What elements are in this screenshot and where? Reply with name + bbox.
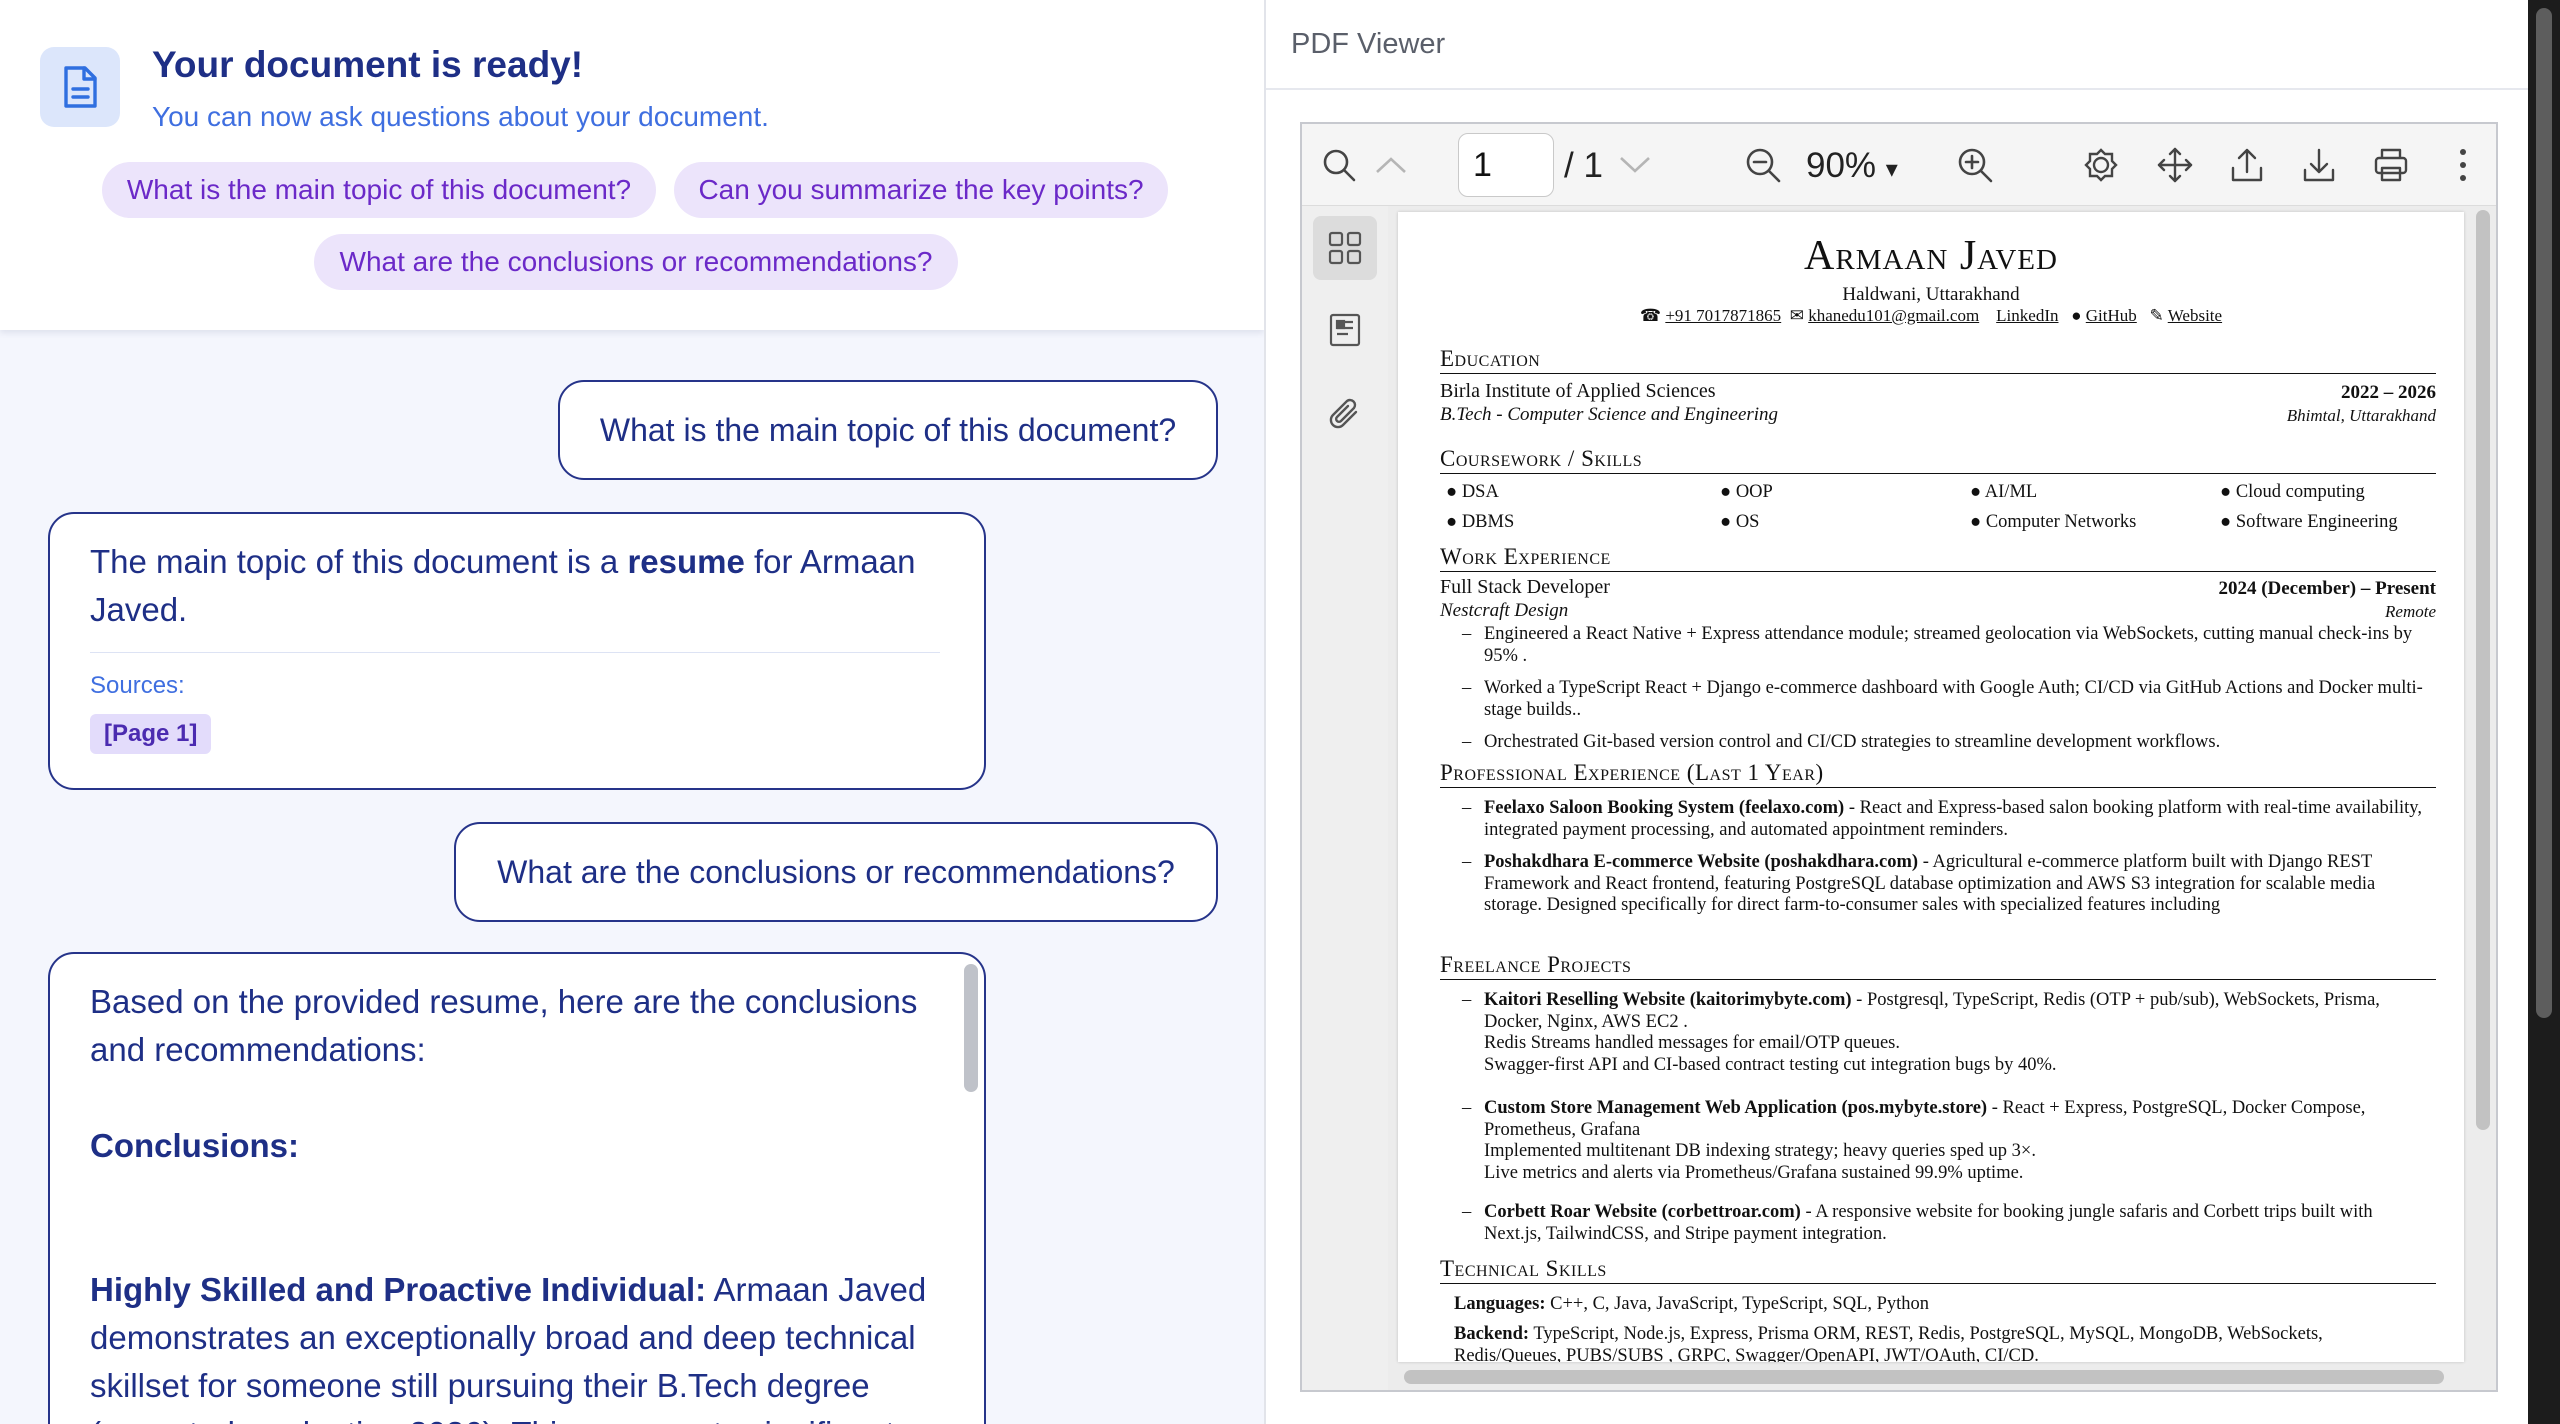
pdf-page: Armaan Javed Haldwani, Uttarakhand ☎ +91… [1398, 212, 2464, 1362]
work-bullet: Orchestrated Git-based version control a… [1484, 732, 2221, 752]
ready-subtitle: You can now ask questions about your doc… [152, 101, 769, 132]
skill-item: ● OOP [1720, 482, 1773, 502]
theme-icon[interactable] [2080, 144, 2122, 186]
work-location: Remote [2385, 602, 2436, 621]
work-company: Nestcraft Design [1440, 600, 1569, 621]
viewer-title: PDF Viewer [1291, 28, 1446, 60]
suggestion-chip-conclusions[interactable]: What are the conclusions or recommendati… [314, 234, 958, 290]
chevron-down-icon[interactable] [1614, 144, 1656, 186]
bullet-dash: – [1462, 678, 1472, 698]
zoom-out-icon[interactable] [1742, 144, 1784, 186]
print-icon[interactable] [2370, 144, 2412, 186]
upload-icon[interactable] [2226, 144, 2268, 186]
ready-title: Your document is ready! [152, 44, 584, 85]
suggestion-chip-main-topic[interactable]: What is the main topic of this document? [102, 162, 656, 218]
zoom-caret-icon: ▾ [1885, 156, 1898, 183]
website-link[interactable]: Website [2168, 306, 2222, 325]
section-freelance: Freelance Projects [1440, 952, 2436, 980]
user-message: What are the conclusions or recommendati… [454, 822, 1218, 922]
user-message: What is the main topic of this document? [558, 380, 1218, 480]
github-link[interactable]: GitHub [2086, 306, 2137, 325]
more-icon[interactable] [2442, 144, 2484, 186]
work-bullet: Engineered a React Native + Express atte… [1484, 624, 2413, 666]
work-bullet: Worked a TypeScript React + Django e-com… [1484, 678, 2423, 720]
source-page-badge[interactable]: [Page 1] [90, 714, 212, 754]
bullet-dash: – [1462, 990, 1472, 1010]
pdf-viewer-pane: PDF Viewer / 1 90% ▾ [1264, 0, 2528, 1424]
resume-contacts: ☎ +91 7017871865 ✉ khanedu101@gmail.com … [1398, 306, 2464, 326]
work-dates: 2024 (December) – Present [2218, 578, 2436, 599]
skill-item: ● Cloud computing [2220, 482, 2365, 502]
zoom-in-icon[interactable] [1954, 144, 1996, 186]
assistant-message: Based on the provided resume, here are t… [48, 952, 986, 1424]
bullet-dash: – [1462, 1202, 1472, 1222]
email-link[interactable]: khanedu101@gmail.com [1808, 306, 1979, 325]
bullet-dash: – [1462, 732, 1472, 752]
message-scrollbar[interactable] [964, 964, 978, 1092]
search-icon[interactable] [1318, 144, 1360, 186]
bullet-dash: – [1462, 852, 1472, 872]
pdf-page-area[interactable]: Armaan Javed Haldwani, Uttarakhand ☎ +91… [1388, 206, 2496, 1390]
chevron-up-icon[interactable] [1370, 144, 1412, 186]
project-item: Poshakdhara E-commerce Website (poshakdh… [1484, 852, 2376, 915]
bullet-dash: – [1462, 624, 1472, 644]
thumbnails-icon[interactable] [1313, 216, 1377, 280]
tech-languages: Languages: C++, C, Java, JavaScript, Typ… [1454, 1294, 1930, 1314]
project-item: Kaitori Reselling Website (kaitorimybyte… [1484, 990, 2380, 1075]
project-item: Feelaxo Saloon Booking System (feelaxo.c… [1484, 798, 2422, 840]
email-icon: ✉ [1789, 306, 1804, 325]
phone-icon: ☎ [1639, 306, 1662, 325]
skill-item: ● OS [1720, 512, 1760, 532]
edu-years: 2022 – 2026 [2341, 382, 2436, 403]
pdf-vertical-scrollbar[interactable] [2476, 210, 2490, 1130]
section-work: Work Experience [1440, 544, 2436, 572]
edu-school: Birla Institute of Applied Sciences [1440, 380, 1716, 402]
bullet-dash: – [1462, 798, 1472, 818]
github-icon: ● [2071, 306, 2082, 325]
pdf-frame: / 1 90% ▾ [1300, 122, 2498, 1392]
assistant-answer-text: The main topic of this document is a res… [90, 543, 916, 628]
skill-item: ● DBMS [1446, 512, 1515, 532]
section-professional: Professional Experience (Last 1 Year) [1440, 760, 2436, 788]
sources-label: Sources: [90, 672, 185, 699]
pdf-horizontal-scrollbar[interactable] [1404, 1370, 2444, 1384]
attachment-icon[interactable] [1313, 382, 1377, 446]
download-icon[interactable] [2298, 144, 2340, 186]
assistant-message: The main topic of this document is a res… [48, 512, 986, 790]
document-ready-panel: Your document is ready! You can now ask … [0, 0, 1264, 330]
resume-location: Haldwani, Uttarakhand [1842, 284, 2020, 305]
assistant-answer-text: Based on the provided resume, here are t… [90, 983, 927, 1424]
pdf-toolbar: / 1 90% ▾ [1302, 124, 2496, 206]
phone-link[interactable]: +91 7017871865 [1665, 306, 1781, 325]
document-icon [40, 47, 120, 127]
skill-item: ● Computer Networks [1970, 512, 2137, 532]
skill-item: ● AI/ML [1970, 482, 2038, 502]
tech-backend: Backend: TypeScript, Node.js, Express, P… [1454, 1324, 2323, 1362]
window-scrollbar-thumb[interactable] [2536, 8, 2552, 1018]
page-total: / 1 [1564, 146, 1603, 185]
linkedin-link[interactable]: LinkedIn [1996, 306, 2058, 325]
zoom-select[interactable]: 90% ▾ [1806, 146, 1898, 186]
skill-item: ● Software Engineering [2220, 512, 2398, 532]
section-education: Education [1440, 346, 2436, 374]
project-item: Custom Store Management Web Application … [1484, 1098, 2366, 1183]
website-icon: ✎ [2149, 306, 2164, 325]
section-skills: Coursework / Skills [1440, 446, 2436, 474]
viewer-header: PDF Viewer [1266, 0, 2528, 90]
divider [90, 652, 940, 653]
page-number-input[interactable] [1458, 133, 1554, 197]
skill-item: ● DSA [1446, 482, 1499, 502]
pan-icon[interactable] [2154, 144, 2196, 186]
suggestion-chip-summarize[interactable]: Can you summarize the key points? [674, 162, 1168, 218]
project-item: Corbett Roar Website (corbettroar.com) -… [1484, 1202, 2373, 1244]
resume-name: Armaan Javed [1804, 233, 2058, 279]
section-technical: Technical Skills [1440, 1256, 2436, 1284]
chat-pane: Your document is ready! You can now ask … [0, 0, 1264, 1424]
outline-icon[interactable] [1313, 298, 1377, 362]
bullet-dash: – [1462, 1098, 1472, 1118]
pdf-sidebar [1302, 206, 1388, 1390]
edu-place: Bhimtal, Uttarakhand [2286, 406, 2436, 425]
